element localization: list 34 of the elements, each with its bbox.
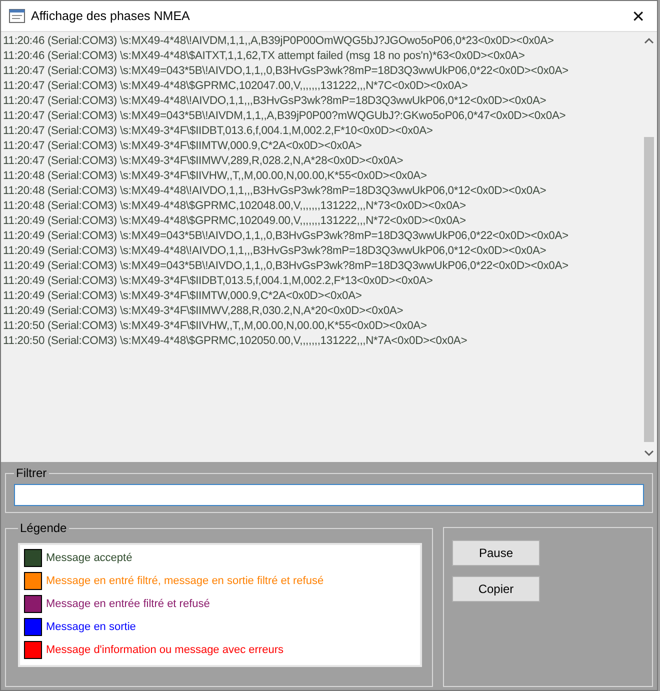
log-line: 11:20:49 (Serial:COM3) \s:MX49-4*48\!AIVDO,1,1,,,B3HvGsP3wk?8mP=18D3Q3wwUkP06,0*12<0x0D><0x0A>	[3, 244, 548, 259]
legend-label: Message d'information ou message avec erreurs	[46, 644, 284, 656]
log-line: 11:20:48 (Serial:COM3) \s:MX49-3*4F\$IIVHW,,T,,M,00.00,N,00.00,K*55<0x0D><0x0A>	[3, 169, 428, 184]
log-line: 11:20:46 (Serial:COM3) \s:MX49-4*48\!AIVDM,1,1,,A,B39jP0P00OmWQG5bJ?JGOwo5oP06,0*23<0x0D><0x0A>	[3, 34, 555, 49]
log-line: 11:20:50 (Serial:COM3) \s:MX49-4*48\$GPRMC,102050.00,V,,,,,,,131222,,,N*7A<0x0D><0x0A>	[3, 334, 468, 349]
log-line: 11:20:49 (Serial:COM3) \s:MX49=043*5B\!AIVDO,1,1,,0,B3HvGsP3wk?8mP=18D3Q3wwUkP06,0*22<0x0D><0x0A>	[3, 229, 570, 244]
log-line: 11:20:48 (Serial:COM3) \s:MX49-4*48\!AIVDO,1,1,,,B3HvGsP3wk?8mP=18D3Q3wwUkP06,0*12<0x0D><0x0A>	[3, 184, 548, 199]
close-button[interactable]: ✕	[628, 6, 649, 26]
log-line: 11:20:49 (Serial:COM3) \s:MX49-4*48\$GPRMC,102049.00,V,,,,,,,131222,,,N*72<0x0D><0x0A>	[3, 214, 467, 229]
log-line: 11:20:49 (Serial:COM3) \s:MX49-3*4F\$IIMTW,000.9,C*2A<0x0D><0x0A>	[3, 289, 363, 304]
log-line: 11:20:48 (Serial:COM3) \s:MX49-4*48\$GPRMC,102048.00,V,,,,,,,131222,,,N*73<0x0D><0x0A>	[3, 199, 467, 214]
legend-label: Message en sortie	[46, 621, 136, 633]
action-button[interactable]: Pause	[452, 540, 540, 566]
log-line: 11:20:47 (Serial:COM3) \s:MX49=043*5B\!AIVDO,1,1,,0,B3HvGsP3wk?8mP=18D3Q3wwUkP06,0*22<0x0D><0x0A>	[3, 64, 570, 79]
legend-label: Message accepté	[46, 552, 132, 564]
log-line: 11:20:47 (Serial:COM3) \s:MX49-3*4F\$IIMTW,000.9,C*2A<0x0D><0x0A>	[3, 139, 363, 154]
log-line: 11:20:47 (Serial:COM3) \s:MX49-3*4F\$IIDBT,013.6,f,004.1,M,002.2,F*10<0x0D><0x0A>	[3, 124, 434, 139]
log-line: 11:20:47 (Serial:COM3) \s:MX49-4*48\$GPRMC,102047.00,V,,,,,,,131222,,,N*7C<0x0D><0x0A>	[3, 79, 469, 94]
log-line: 11:20:47 (Serial:COM3) \s:MX49-4*48\!AIVDO,1,1,,,B3HvGsP3wk?8mP=18D3Q3wwUkP06,0*12<0x0D><0x0A>	[3, 94, 548, 109]
legend-label: Message en entré filtré, message en sortie filtré et refusé	[46, 575, 324, 587]
log-line: 11:20:47 (Serial:COM3) \s:MX49=043*5B\!AIVDM,1,1,,A,B39jP0P00?mWQGUbJ?:GKwo5oP06,0*47<0x0D><0x0A>	[3, 109, 567, 124]
window-title: Affichage des phases NMEA	[31, 9, 191, 23]
log-line: 11:20:47 (Serial:COM3) \s:MX49-3*4F\$IIMWV,289,R,028.2,N,A*28<0x0D><0x0A>	[3, 154, 404, 169]
legend-label: Message en entrée filtré et refusé	[46, 598, 210, 610]
log-line: 11:20:49 (Serial:COM3) \s:MX49-3*4F\$IIMWV,288,R,030.2,N,A*20<0x0D><0x0A>	[3, 304, 404, 319]
filter-field[interactable]	[14, 484, 644, 506]
action-button[interactable]: Copier	[452, 576, 540, 602]
log-line: 11:20:49 (Serial:COM3) \s:MX49-3*4F\$IIDBT,013.5,f,004.1,M,002.2,F*13<0x0D><0x0A>	[3, 274, 434, 289]
filter-group-label: Filtrer	[15, 466, 48, 480]
window-icon	[9, 9, 25, 23]
legend-group-label: Légende	[19, 521, 68, 535]
log-line: 11:20:46 (Serial:COM3) \s:MX49-4*48\$AITXT,1,1,62,TX attempt failed (msg 18 no pos'n)*63<0x0D><0x0A>	[3, 49, 526, 64]
log-line: 11:20:49 (Serial:COM3) \s:MX49=043*5B\!AIVDO,1,1,,0,B3HvGsP3wk?8mP=18D3Q3wwUkP06,0*22<0x0D><0x0A>	[3, 259, 570, 274]
log-line: 11:20:50 (Serial:COM3) \s:MX49-3*4F\$IIVHW,,T,,M,00.00,N,00.00,K*55<0x0D><0x0A>	[3, 319, 428, 334]
